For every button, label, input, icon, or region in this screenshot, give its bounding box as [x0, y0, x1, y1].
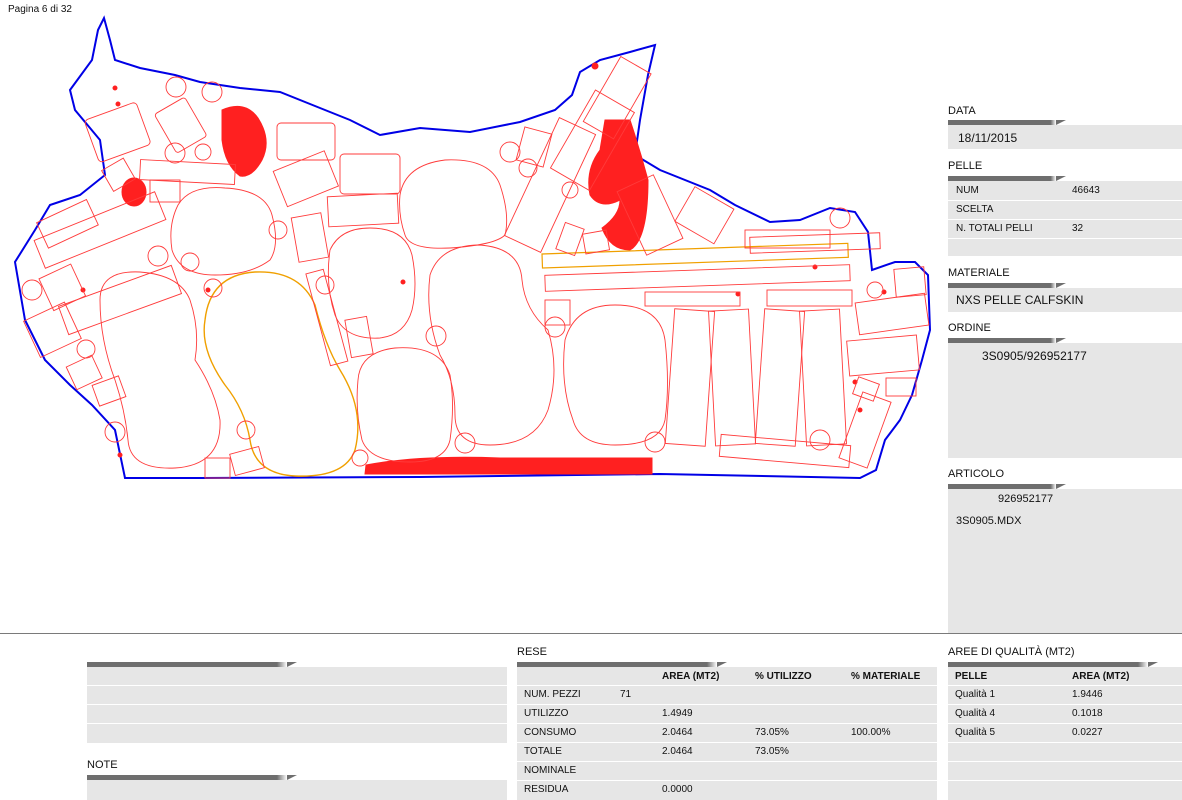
rese-row-name: TOTALE: [524, 746, 562, 757]
pelle-panel: NUM 46643 SCELTA N. TOTALI PELLI 32: [948, 181, 1182, 256]
rese-header-materiale: % MATERIALE: [851, 671, 921, 682]
aree-header-pelle: PELLE: [955, 671, 988, 682]
rese-header-utilizzo: % UTILIZZO: [755, 671, 812, 682]
articolo-label: ARTICOLO: [948, 468, 1005, 480]
defect-areas: [80, 62, 887, 475]
pelle-num-key: NUM: [956, 185, 979, 196]
materiale-label: MATERIALE: [948, 267, 1010, 279]
aree-label: AREE DI QUALITÀ (MT2): [948, 646, 1075, 658]
pelle-label: PELLE: [948, 160, 983, 172]
rese-row-name: NUM. PEZZI: [524, 689, 581, 700]
rese-label: RESE: [517, 646, 547, 658]
rese-row-utilizzo: 73.05%: [755, 746, 789, 757]
aree-header-area: AREA (MT2): [1072, 671, 1130, 682]
note-label: NOTE: [87, 759, 118, 771]
ordine-value: 3S0905/926952177: [982, 349, 1087, 363]
pelle-scelta-key: SCELTA: [956, 204, 994, 215]
rese-row-count: 71: [620, 689, 632, 700]
aree-row-name: Qualità 5: [955, 727, 996, 738]
nesting-layout-drawing: [13, 15, 932, 480]
pelle-num-value: 46643: [1072, 185, 1100, 196]
aree-row-name: Qualità 4: [955, 708, 996, 719]
articolo-file: 3S0905.MDX: [956, 515, 1022, 527]
aree-row-name: Qualità 1: [955, 689, 996, 700]
articolo-code: 926952177: [998, 493, 1054, 505]
rese-table: AREA (MT2) % UTILIZZO % MATERIALE NUM. P…: [517, 667, 937, 800]
rese-row-area: 2.0464: [662, 727, 693, 738]
materiale-panel: NXS PELLE CALFSKIN: [948, 288, 1182, 312]
data-panel: 18/11/2015: [948, 125, 1182, 149]
rese-row-name: UTILIZZO: [524, 708, 569, 719]
data-label: DATA: [948, 105, 976, 117]
pelle-totali-value: 32: [1072, 223, 1084, 234]
ordine-label: ORDINE: [948, 322, 991, 334]
pelle-totali-key: N. TOTALI PELLI: [956, 223, 1033, 234]
aree-table: PELLE AREA (MT2) Qualità 1 1.9446 Qualit…: [948, 667, 1182, 800]
articolo-panel: 926952177 3S0905.MDX: [948, 489, 1182, 633]
note-panel: [87, 780, 507, 800]
rese-row-materiale: 100.00%: [851, 727, 891, 738]
note-top-panel: [87, 667, 507, 743]
aree-row-area: 1.9446: [1072, 689, 1103, 700]
aree-row-area: 0.0227: [1072, 727, 1103, 738]
rese-row-area: 2.0464: [662, 746, 693, 757]
data-value: 18/11/2015: [958, 131, 1018, 145]
nested-pieces: [21, 55, 930, 479]
aree-row-area: 0.1018: [1072, 708, 1103, 719]
bottom-divider: [0, 633, 1182, 634]
rese-row-area: 0.0000: [662, 784, 693, 795]
rese-row-name: CONSUMO: [524, 727, 577, 738]
ordine-panel: 3S0905/926952177: [948, 343, 1182, 458]
materiale-value: NXS PELLE CALFSKIN: [956, 293, 1084, 307]
rese-row-name: RESIDUA: [524, 784, 569, 795]
rese-row-name: NOMINALE: [524, 765, 577, 776]
rese-row-area: 1.4949: [662, 708, 693, 719]
rese-row-utilizzo: 73.05%: [755, 727, 789, 738]
rese-header-area: AREA (MT2): [662, 671, 720, 682]
